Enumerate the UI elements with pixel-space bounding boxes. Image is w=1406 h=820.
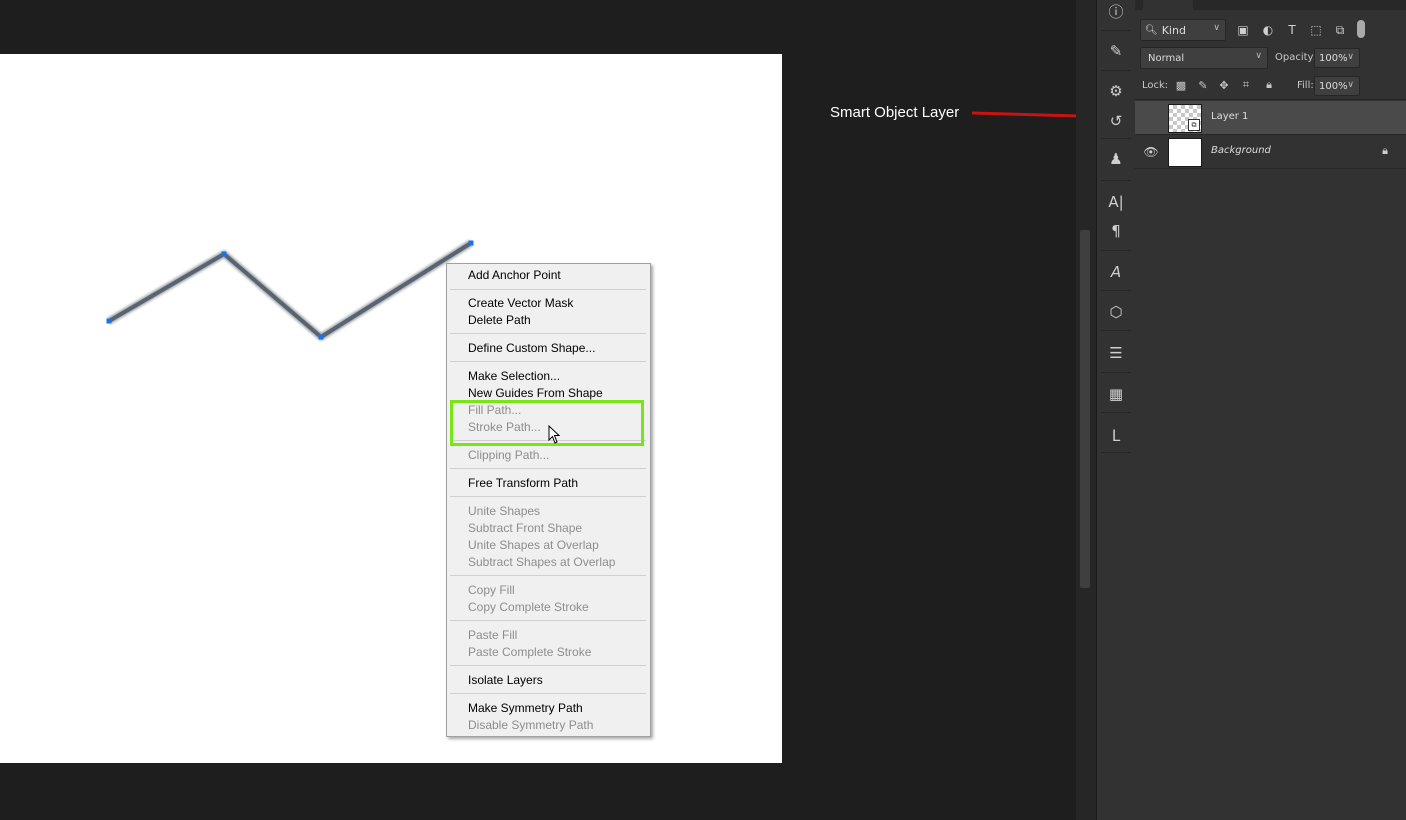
chevron-down-icon: ∨ [1347, 80, 1354, 90]
menu-item-define-custom-shape[interactable]: Define Custom Shape... [468, 340, 595, 357]
anchor-point[interactable] [221, 251, 227, 257]
menu-item-make-symmetry-path[interactable]: Make Symmetry Path [468, 700, 583, 717]
paragraph-icon[interactable]: ¶ [1104, 220, 1128, 242]
document-canvas[interactable] [0, 54, 782, 763]
brush-presets-icon[interactable]: ⚙ [1104, 80, 1128, 102]
layer-row-layer-1[interactable]: ⧉ Layer 1 [1135, 101, 1406, 134]
search-icon: 🔍︎ [1145, 24, 1158, 36]
menu-separator [450, 333, 646, 334]
menu-separator [450, 693, 646, 694]
menu-item-create-vector-mask[interactable]: Create Vector Mask [468, 295, 573, 312]
menu-separator [450, 665, 646, 666]
filter-toggle[interactable] [1357, 20, 1365, 38]
opacity-label: Opacity: [1275, 52, 1317, 63]
menu-item-unite-shapes-at-overlap: Unite Shapes at Overlap [468, 538, 599, 552]
menu-item-clipping-path: Clipping Path... [468, 448, 550, 462]
lock-position-icon[interactable]: ✥ [1217, 78, 1231, 92]
anchor-point[interactable] [106, 318, 112, 324]
layers-panel: 🔍︎ Kind ∨ ▣ ◐ T ⬚ ⧉ Normal ∨ Opacity: 10… [1135, 0, 1406, 820]
menu-separator [450, 496, 646, 497]
adjustment-filter-icon[interactable]: ◐ [1260, 22, 1276, 38]
timeline-icon[interactable]: ▦ [1104, 383, 1128, 405]
menu-item-subtract-shapes-at-overlap: Subtract Shapes at Overlap [468, 555, 616, 569]
lock-label: Lock: [1142, 80, 1169, 91]
menu-separator [450, 361, 646, 362]
fill-label: Fill: [1297, 80, 1314, 91]
panel-icon-strip: ⓘ ✎ ⚙ ↺ ♟ A| ¶ A ⬡ ☰ ▦ ᒪ [1096, 0, 1136, 820]
tab-layers[interactable] [1143, 0, 1193, 10]
menu-item-paste-fill: Paste Fill [468, 628, 518, 642]
menu-separator [450, 289, 646, 290]
menu-separator [450, 468, 646, 469]
glyphs-icon[interactable]: A [1104, 261, 1128, 283]
layer-thumbnail [1168, 138, 1202, 167]
menu-item-isolate-layers[interactable]: Isolate Layers [468, 672, 543, 689]
layer-name: Background [1211, 145, 1271, 156]
pixel-filter-icon[interactable]: ▣ [1235, 22, 1251, 38]
menu-item-unite-shapes: Unite Shapes [468, 504, 541, 518]
chevron-down-icon: ∨ [1213, 23, 1220, 33]
highlight-annotation-box [450, 400, 644, 446]
menu-item-subtract-front-shape: Subtract Front Shape [468, 521, 583, 535]
eye-icon[interactable]: 👁︎ [1143, 144, 1159, 160]
menu-item-free-transform-path[interactable]: Free Transform Path [468, 475, 578, 492]
character-icon[interactable]: A| [1104, 191, 1128, 213]
opacity-field[interactable]: 100% ∨ [1314, 48, 1360, 68]
blend-mode-select[interactable]: Normal ∨ [1140, 47, 1268, 69]
chevron-down-icon: ∨ [1347, 52, 1354, 62]
lock-all-icon[interactable]: 🔒︎ [1262, 78, 1276, 92]
path-context-menu: Add Anchor Point Create Vector Mask Delete… [446, 263, 651, 737]
annotation-label: Smart Object Layer [830, 104, 960, 121]
menu-separator [450, 620, 646, 621]
3d-icon[interactable]: ⬡ [1104, 301, 1128, 323]
document-workspace: Add Anchor Point Create Vector Mask Delete… [0, 0, 1076, 820]
anchor-point[interactable] [468, 240, 474, 246]
anchor-point[interactable] [318, 334, 324, 340]
scrollbar-thumb[interactable] [1080, 230, 1090, 588]
menu-item-copy-fill: Copy Fill [468, 583, 515, 597]
layer-row-background[interactable]: 👁︎ Background 🔒︎ [1135, 135, 1406, 168]
type-filter-icon[interactable]: T [1284, 22, 1300, 38]
lock-image-icon[interactable]: ✎ [1196, 78, 1210, 92]
smart-object-badge-icon: ⧉ [1188, 119, 1200, 131]
clone-source-icon[interactable]: ♟ [1104, 148, 1128, 170]
mouse-cursor-icon [548, 425, 561, 444]
fill-field[interactable]: 100% ∨ [1314, 76, 1360, 96]
menu-item-add-anchor-point[interactable]: Add Anchor Point [468, 267, 561, 284]
chevron-down-icon: ∨ [1255, 51, 1262, 61]
menu-item-delete-path[interactable]: Delete Path [468, 312, 531, 329]
brush-settings-icon[interactable]: ✎ [1104, 40, 1128, 62]
menu-item-disable-symmetry-path: Disable Symmetry Path [468, 718, 594, 732]
history-icon[interactable]: ↺ [1104, 110, 1128, 132]
lock-artboard-icon[interactable]: ⌗ [1239, 78, 1253, 92]
menu-separator [450, 575, 646, 576]
menu-item-copy-complete-stroke: Copy Complete Stroke [468, 600, 589, 614]
info-icon[interactable]: ⓘ [1104, 0, 1128, 22]
menu-item-paste-complete-stroke: Paste Complete Stroke [468, 645, 592, 659]
lock-transparent-icon[interactable]: ▩ [1174, 78, 1188, 92]
shape-filter-icon[interactable]: ⬚ [1308, 22, 1324, 38]
layer-name: Layer 1 [1211, 111, 1249, 122]
libraries-icon[interactable]: ᒪ [1104, 425, 1128, 447]
adjustments-icon[interactable]: ☰ [1104, 342, 1128, 364]
layer-thumbnail: ⧉ [1168, 104, 1202, 133]
lock-icon: 🔒︎ [1382, 144, 1388, 157]
zigzag-path[interactable] [0, 54, 782, 763]
menu-item-make-selection[interactable]: Make Selection... [468, 368, 560, 385]
filter-kind-select[interactable]: 🔍︎ Kind ∨ [1140, 19, 1226, 41]
smart-object-filter-icon[interactable]: ⧉ [1332, 22, 1348, 38]
